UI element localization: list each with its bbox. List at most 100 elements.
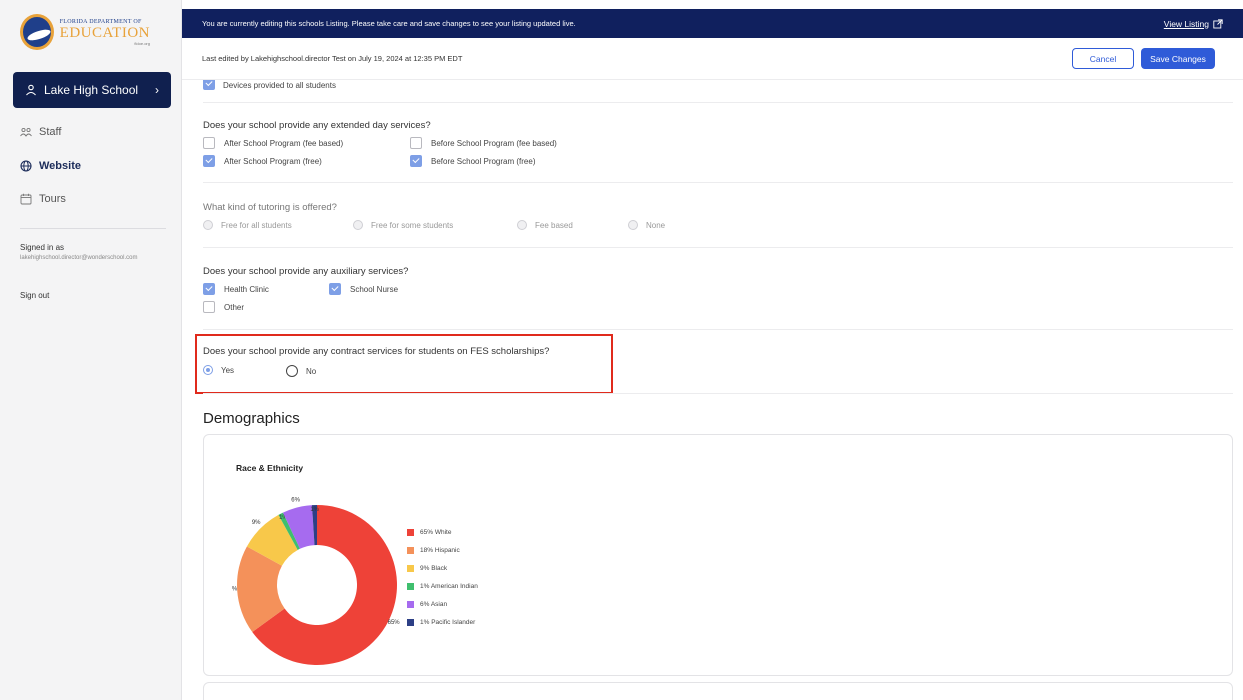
tutoring-question: What kind of tutoring is offered? bbox=[203, 202, 337, 213]
donut-slice-label: 65% bbox=[388, 620, 401, 626]
chart-legend: 65% White 18% Hispanic 9% Black 1% American… bbox=[407, 523, 478, 631]
legend-item: 18% Hispanic bbox=[407, 541, 478, 559]
cancel-button[interactable]: Cancel bbox=[1072, 48, 1134, 69]
sidebar-item-label: Website bbox=[39, 160, 81, 172]
checkbox-checked[interactable] bbox=[203, 283, 215, 295]
checkbox-checked[interactable] bbox=[203, 80, 215, 90]
legend-label: 1% American Indian bbox=[420, 582, 478, 590]
tutoring-option-none[interactable]: None bbox=[628, 220, 665, 230]
option-label: After School Program (free) bbox=[224, 156, 322, 166]
legend-swatch bbox=[407, 582, 414, 590]
main-content: Devices provided to all students Does yo… bbox=[195, 80, 1233, 700]
radio-disabled[interactable] bbox=[353, 220, 363, 230]
legend-swatch bbox=[407, 564, 414, 572]
radio-disabled[interactable] bbox=[517, 220, 527, 230]
logo-main-text: EDUCATION bbox=[59, 24, 150, 41]
checkbox-checked[interactable] bbox=[329, 283, 341, 295]
option-health-clinic[interactable]: Health Clinic bbox=[203, 283, 269, 295]
sign-out-link[interactable]: Sign out bbox=[20, 291, 49, 300]
extended-day-question: Does your school provide any extended da… bbox=[203, 120, 431, 131]
legend-label: 9% Black bbox=[420, 564, 448, 572]
legend-label: 6% Asian bbox=[420, 600, 448, 608]
donut-slice-label: 6% bbox=[291, 498, 300, 504]
option-before-school-fee[interactable]: Before School Program (fee based) bbox=[410, 137, 557, 149]
section-divider bbox=[203, 102, 1233, 103]
edit-actions: Cancel Save Changes bbox=[1072, 48, 1215, 69]
fes-option-no[interactable]: No bbox=[286, 365, 316, 377]
option-before-school-free[interactable]: Before School Program (free) bbox=[410, 155, 536, 167]
logo-top-text: FLORIDA DEPARTMENT OF bbox=[59, 18, 142, 25]
tutoring-option-free-all[interactable]: Free for all students bbox=[203, 220, 292, 230]
checkbox-checked[interactable] bbox=[410, 155, 422, 167]
sidebar-item-website[interactable]: Website bbox=[20, 160, 81, 172]
sidebar-item-label: Tours bbox=[39, 193, 66, 205]
signed-in-email: lakehighschool.director@wonderschool.com bbox=[20, 255, 138, 261]
fldoe-seal-icon bbox=[20, 14, 54, 50]
auxiliary-question: Does your school provide any auxiliary s… bbox=[203, 266, 409, 277]
sidebar-item-tours[interactable]: Tours bbox=[20, 193, 66, 205]
school-selector-button[interactable]: Lake High School › bbox=[13, 72, 171, 108]
view-listing-label: View Listing bbox=[1163, 18, 1209, 29]
option-label: Before School Program (free) bbox=[431, 156, 536, 166]
option-label: Free for some students bbox=[371, 220, 454, 230]
external-link-icon bbox=[1213, 18, 1223, 29]
checkbox-unchecked[interactable] bbox=[203, 137, 215, 149]
last-edited-text: Last edited by Lakehighschool.director T… bbox=[202, 54, 463, 63]
race-ethnicity-donut-chart: 65%18%9%1%6%1% bbox=[232, 498, 401, 665]
option-school-nurse[interactable]: School Nurse bbox=[329, 283, 398, 295]
option-label: Health Clinic bbox=[224, 284, 269, 294]
tutoring-option-fee[interactable]: Fee based bbox=[517, 220, 573, 230]
radio-unselected[interactable] bbox=[286, 365, 298, 377]
option-after-school-fee[interactable]: After School Program (fee based) bbox=[203, 137, 343, 149]
option-label: Other bbox=[224, 302, 245, 312]
option-label: After School Program (fee based) bbox=[224, 138, 344, 148]
school-icon bbox=[25, 84, 37, 96]
legend-label: 65% White bbox=[420, 528, 452, 536]
option-label: School Nurse bbox=[350, 284, 399, 294]
chart-title: Race & Ethnicity bbox=[236, 463, 304, 473]
fes-option-yes[interactable]: Yes bbox=[203, 365, 234, 375]
option-label: Fee based bbox=[535, 220, 573, 230]
radio-selected[interactable] bbox=[203, 365, 213, 375]
signed-in-info: Signed in as lakehighschool.director@won… bbox=[20, 243, 170, 263]
legend-item: 9% Black bbox=[407, 559, 478, 577]
legend-swatch bbox=[407, 600, 414, 608]
legend-item: 1% Pacific Islander bbox=[407, 613, 478, 631]
donut-slice-label: 1% bbox=[310, 507, 319, 513]
banner-message: You are currently editing this schools L… bbox=[202, 19, 576, 28]
option-label: No bbox=[306, 366, 317, 376]
section-divider bbox=[203, 182, 1233, 183]
checkbox-unchecked[interactable] bbox=[410, 137, 422, 149]
donut-slice-label: 18% bbox=[232, 586, 238, 592]
demographics-heading: Demographics bbox=[203, 410, 300, 427]
save-changes-button[interactable]: Save Changes bbox=[1141, 48, 1215, 69]
option-label: Yes bbox=[221, 365, 235, 375]
highlight-box bbox=[195, 334, 613, 394]
option-label: Before School Program (fee based) bbox=[431, 138, 557, 148]
donut-slice-label: 9% bbox=[252, 520, 261, 526]
option-label: Devices provided to all students bbox=[223, 81, 336, 90]
legend-swatch bbox=[407, 618, 414, 626]
fes-question: Does your school provide any contract se… bbox=[203, 346, 550, 357]
editing-banner: You are currently editing this schools L… bbox=[182, 9, 1243, 38]
tutoring-option-free-some[interactable]: Free for some students bbox=[353, 220, 453, 230]
checkbox-unchecked[interactable] bbox=[203, 301, 215, 313]
logo-sub-text: fldoe.org bbox=[134, 40, 150, 46]
option-after-school-free[interactable]: After School Program (free) bbox=[203, 155, 322, 167]
sidebar-item-staff[interactable]: Staff bbox=[20, 126, 61, 138]
devices-option-partial[interactable]: Devices provided to all students bbox=[203, 80, 603, 90]
legend-item: 6% Asian bbox=[407, 595, 478, 613]
option-label: Free for all students bbox=[221, 220, 292, 230]
legend-item: 1% American Indian bbox=[407, 577, 478, 595]
legend-label: 1% Pacific Islander bbox=[420, 618, 476, 626]
signed-in-label: Signed in as bbox=[20, 243, 65, 252]
calendar-icon bbox=[20, 193, 32, 205]
checkbox-checked[interactable] bbox=[203, 155, 215, 167]
globe-icon bbox=[20, 160, 32, 172]
section-divider bbox=[203, 393, 1233, 394]
option-other[interactable]: Other bbox=[203, 301, 244, 313]
view-listing-link[interactable]: View Listing bbox=[1164, 19, 1223, 29]
radio-disabled[interactable] bbox=[203, 220, 213, 230]
fldoe-logo[interactable]: FLORIDA DEPARTMENT OF EDUCATION fldoe.or… bbox=[20, 12, 150, 52]
radio-disabled[interactable] bbox=[628, 220, 638, 230]
